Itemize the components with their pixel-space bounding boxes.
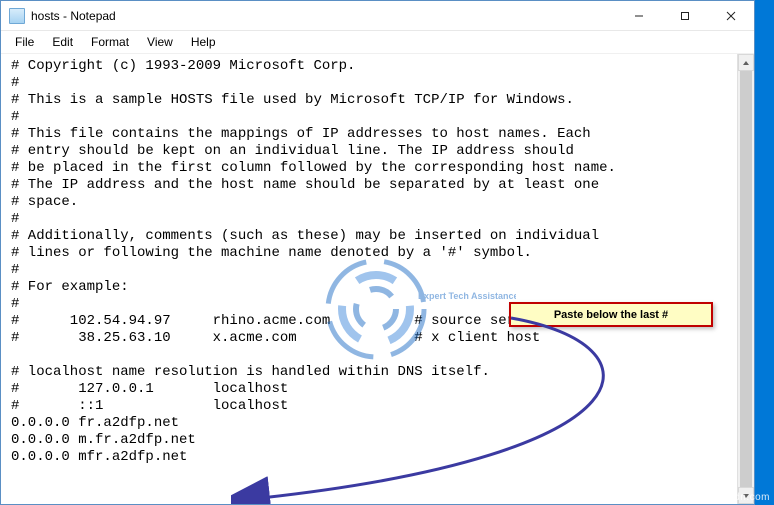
minimize-icon: [634, 11, 644, 21]
maximize-button[interactable]: [662, 1, 708, 30]
menu-help[interactable]: Help: [183, 33, 224, 51]
menu-format[interactable]: Format: [83, 33, 137, 51]
menubar: File Edit Format View Help: [1, 31, 754, 54]
chevron-up-icon: [742, 59, 750, 67]
menu-edit[interactable]: Edit: [44, 33, 81, 51]
vertical-scrollbar[interactable]: [737, 54, 754, 504]
annotation-callout: Paste below the last #: [509, 302, 713, 327]
notepad-icon: [9, 8, 25, 24]
source-credit: wsxdn.com: [715, 492, 770, 503]
editor-container: # Copyright (c) 1993-2009 Microsoft Corp…: [1, 54, 754, 504]
menu-view[interactable]: View: [139, 33, 181, 51]
annotation-text: Paste below the last #: [554, 309, 668, 321]
close-button[interactable]: [708, 1, 754, 30]
window-controls: [616, 1, 754, 30]
menu-file[interactable]: File: [7, 33, 42, 51]
close-icon: [726, 11, 736, 21]
titlebar: hosts - Notepad: [1, 1, 754, 31]
maximize-icon: [680, 11, 690, 21]
window-title: hosts - Notepad: [31, 9, 616, 23]
minimize-button[interactable]: [616, 1, 662, 30]
scroll-track[interactable]: [738, 71, 754, 487]
notepad-window: hosts - Notepad File Edit Format View He…: [0, 0, 755, 505]
text-editor[interactable]: # Copyright (c) 1993-2009 Microsoft Corp…: [1, 54, 737, 504]
scroll-up-button[interactable]: [738, 54, 754, 71]
scroll-thumb[interactable]: [740, 71, 752, 487]
